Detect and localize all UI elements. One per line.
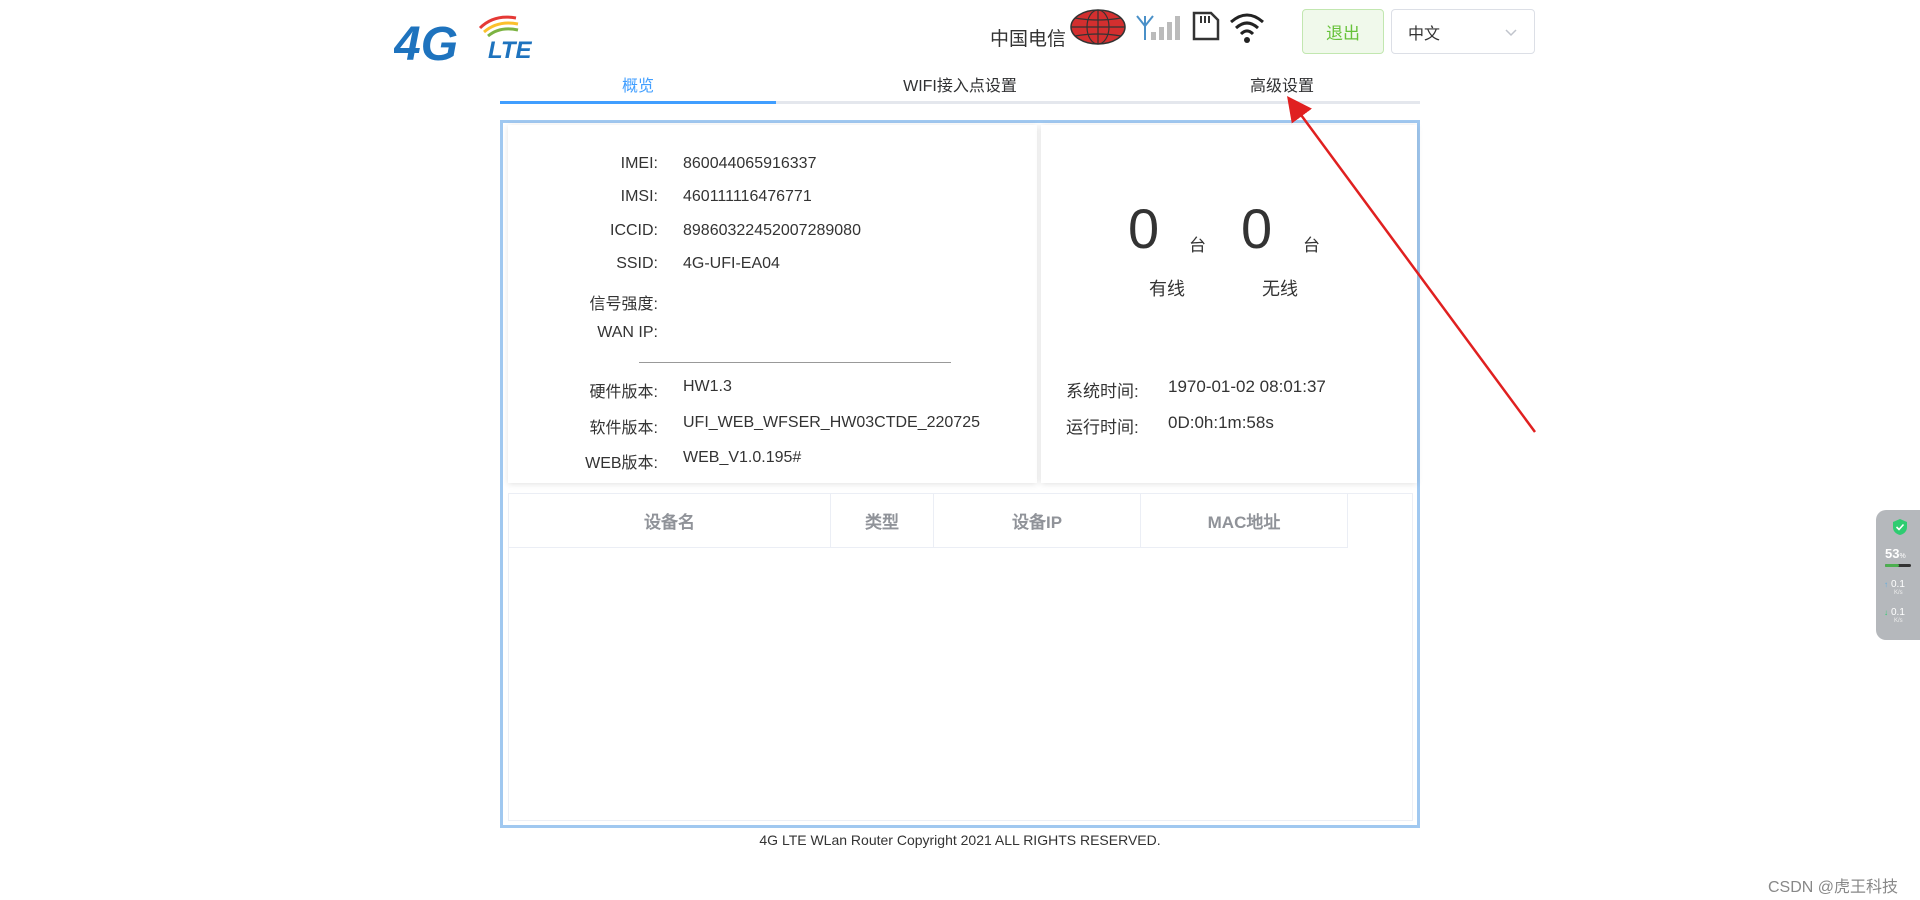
column-header-mac-address[interactable]: MAC地址 [1141,494,1348,548]
software-version-label: 软件版本: [589,420,658,437]
ssid-value: 4G-UFI-EA04 [683,255,780,272]
wan-ip-label: WAN IP: [597,324,658,341]
csdn-watermark: CSDN @虎王科技 [1768,879,1899,896]
iccid-label: ICCID: [610,222,658,239]
info-divider [639,362,951,363]
wired-count: 0 [1128,197,1160,260]
web-version-value: WEB_V1.0.195# [683,449,802,466]
column-header-device-name[interactable]: 设备名 [509,494,831,548]
upload-rate: ↑ 0.1 K/s [1884,579,1905,597]
tab-advanced-settings[interactable]: 高级设置 [1144,72,1420,96]
column-header-device-ip[interactable]: 设备IP [934,494,1141,548]
svg-text:LTE: LTE [488,37,533,64]
hardware-version-value: HW1.3 [683,378,732,395]
overview-panel: IMEI: 860044065916337 IMSI: 460111116476… [500,120,1420,828]
table-header: 设备名 类型 设备IP MAC地址 [509,494,1348,548]
wired-unit: 台 [1189,236,1206,255]
chevron-down-icon [1504,25,1518,39]
connection-stats-card: 0 台 0 台 有线 无线 系统时间: 1970-01-02 08:01:37 … [1041,125,1417,483]
wireless-unit: 台 [1303,236,1320,255]
connected-devices-table: 设备名 类型 设备IP MAC地址 [508,493,1413,821]
router-admin-page: 4G LTE 中国电信 退出 中文 概览 WIFI接入点设置 高级设置 IMEI… [0,0,1920,900]
download-rate: ↓ 0.1 K/s [1884,607,1905,625]
system-time-value: 1970-01-02 08:01:37 [1168,377,1326,396]
web-version-label: WEB版本: [585,455,658,472]
svg-text:4G: 4G [394,18,458,66]
ssid-label: SSID: [616,255,658,272]
logout-button[interactable]: 退出 [1302,9,1384,54]
memory-usage-bar [1885,564,1911,567]
device-info-card: IMEI: 860044065916337 IMSI: 460111116476… [508,125,1037,483]
system-time-label: 系统时间: [1066,382,1139,401]
language-select-value: 中文 [1408,25,1441,43]
sim-card-icon [1191,10,1221,42]
software-version-value: UFI_WEB_WFSER_HW03CTDE_220725 [683,414,980,431]
imsi-label: IMSI: [620,188,658,205]
tab-wifi-ap-settings[interactable]: WIFI接入点设置 [776,72,1144,96]
hardware-version-label: 硬件版本: [589,384,658,401]
imei-label: IMEI: [620,155,658,172]
memory-usage-bar-fill [1885,564,1899,567]
carrier-name: 中国电信 [990,29,1067,50]
wired-label: 有线 [1149,279,1185,299]
system-monitor-widget[interactable]: 53% ↑ 0.1 K/s ↓ 0.1 K/s [1876,510,1920,640]
wireless-count: 0 [1241,197,1273,260]
signal-strength-icon [1135,12,1183,42]
imsi-value: 460111116476771 [683,188,812,205]
wireless-label: 无线 [1262,279,1298,299]
imei-value: 860044065916337 [683,155,817,172]
footer-copyright: 4G LTE WLan Router Copyright 2021 ALL RI… [759,832,1161,848]
language-select[interactable]: 中文 [1391,9,1535,54]
globe-icon [1069,8,1127,46]
signal-strength-label: 信号强度: [589,296,658,313]
main-tabs: 概览 WIFI接入点设置 高级设置 [500,64,1420,104]
uptime-value: 0D:0h:1m:58s [1168,413,1274,432]
iccid-value: 89860322452007289080 [683,222,861,239]
uptime-label: 运行时间: [1066,418,1139,437]
column-header-type[interactable]: 类型 [831,494,934,548]
wifi-icon [1228,10,1266,44]
shield-check-icon [1892,518,1908,536]
active-tab-indicator [500,101,776,104]
memory-usage-percent: 53% [1885,546,1906,561]
brand-logo: 4G LTE [393,10,574,71]
tab-overview[interactable]: 概览 [500,72,776,96]
